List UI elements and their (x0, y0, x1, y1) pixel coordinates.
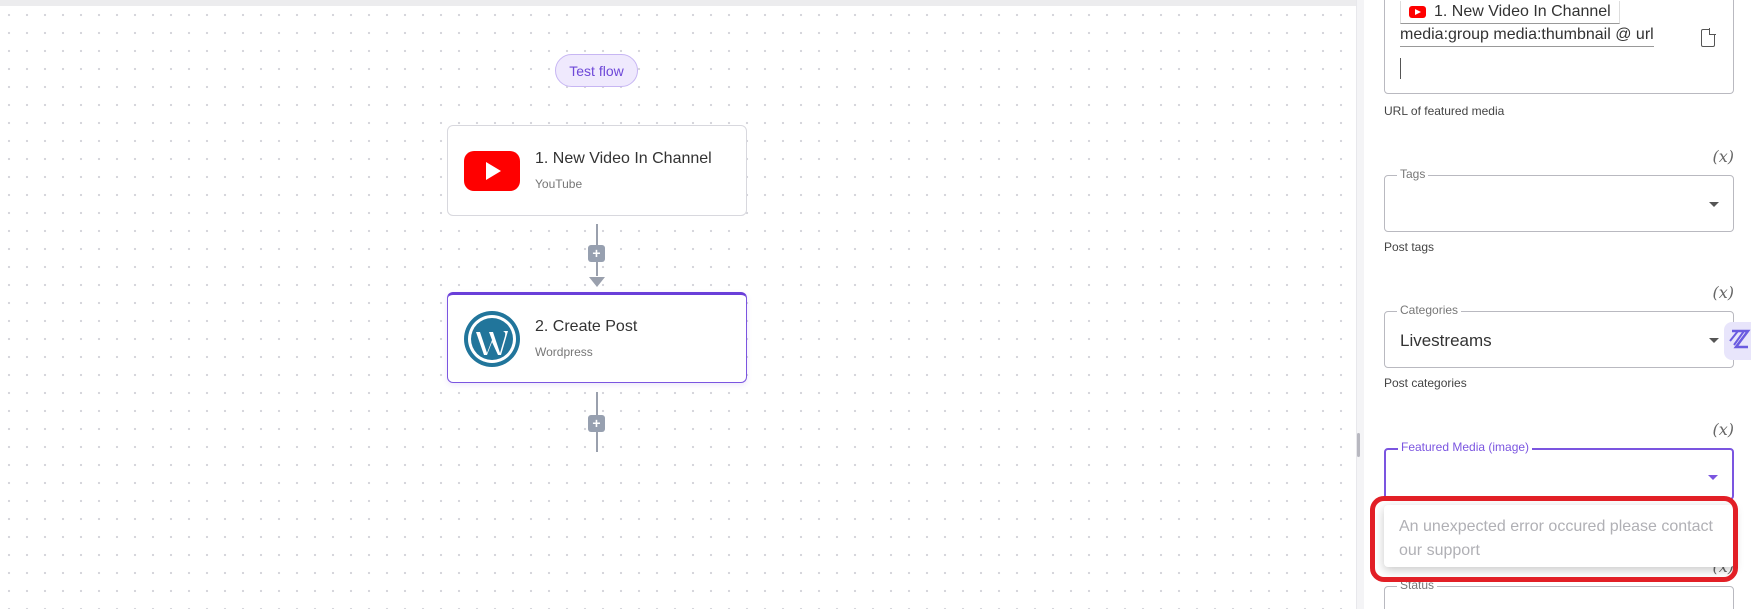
wordpress-icon (463, 310, 521, 368)
tags-select[interactable]: Tags (1384, 167, 1734, 232)
text-cursor (1400, 58, 1401, 79)
tags-helper: Post tags (1384, 240, 1435, 254)
variable-chip-label: 1. New Video In Channel (1434, 3, 1611, 20)
assistant-logo-icon (1728, 327, 1751, 356)
test-flow-button[interactable]: Test flow (555, 54, 638, 87)
youtube-icon (463, 142, 521, 200)
status-select[interactable]: Status (1384, 578, 1734, 609)
categories-label: Categories (1397, 303, 1462, 317)
variable-path: media:group media:thumbnail @ url (1400, 26, 1654, 47)
variable-toggle-icon[interactable]: (x) (1712, 147, 1734, 166)
featured-media-label: Featured Media (image) (1398, 440, 1533, 454)
step-title: 2. Create Post (535, 318, 638, 335)
variable-chip[interactable]: 1. New Video In Channel (1400, 1, 1620, 24)
assistant-launcher-button[interactable] (1724, 322, 1751, 360)
resize-handle[interactable] (1357, 433, 1360, 457)
variable-toggle-icon[interactable]: (x) (1712, 283, 1734, 302)
chevron-down-icon[interactable] (1709, 202, 1719, 207)
arrow-down-icon (589, 277, 605, 287)
chevron-down-icon[interactable] (1709, 338, 1719, 343)
categories-value: Livestreams (1400, 331, 1492, 350)
step-title: 1. New Video In Channel (535, 150, 712, 167)
chevron-down-icon[interactable] (1708, 475, 1718, 480)
error-highlight-annotation (1370, 496, 1738, 582)
youtube-icon (1409, 6, 1426, 18)
tags-label: Tags (1397, 167, 1429, 181)
step-app-name: Wordpress (535, 345, 593, 359)
featured-media-url-helper: URL of featured media (1384, 104, 1505, 118)
flow-step-action[interactable]: 2. Create Post Wordpress (447, 292, 747, 383)
featured-media-url-field[interactable]: 1. New Video In Channel media:group medi… (1384, 0, 1734, 94)
categories-helper: Post categories (1384, 376, 1467, 390)
add-step-button[interactable]: + (588, 245, 605, 262)
variable-toggle-icon[interactable]: (x) (1712, 420, 1734, 439)
flow-step-trigger[interactable]: 1. New Video In Channel YouTube (447, 125, 747, 216)
featured-media-select[interactable]: Featured Media (image) (1384, 440, 1734, 500)
step-app-name: YouTube (535, 177, 583, 191)
panel-divider (1356, 0, 1364, 609)
add-step-button[interactable]: + (588, 415, 605, 432)
categories-select[interactable]: Categories Livestreams (1384, 303, 1734, 368)
document-icon[interactable] (1701, 28, 1716, 47)
